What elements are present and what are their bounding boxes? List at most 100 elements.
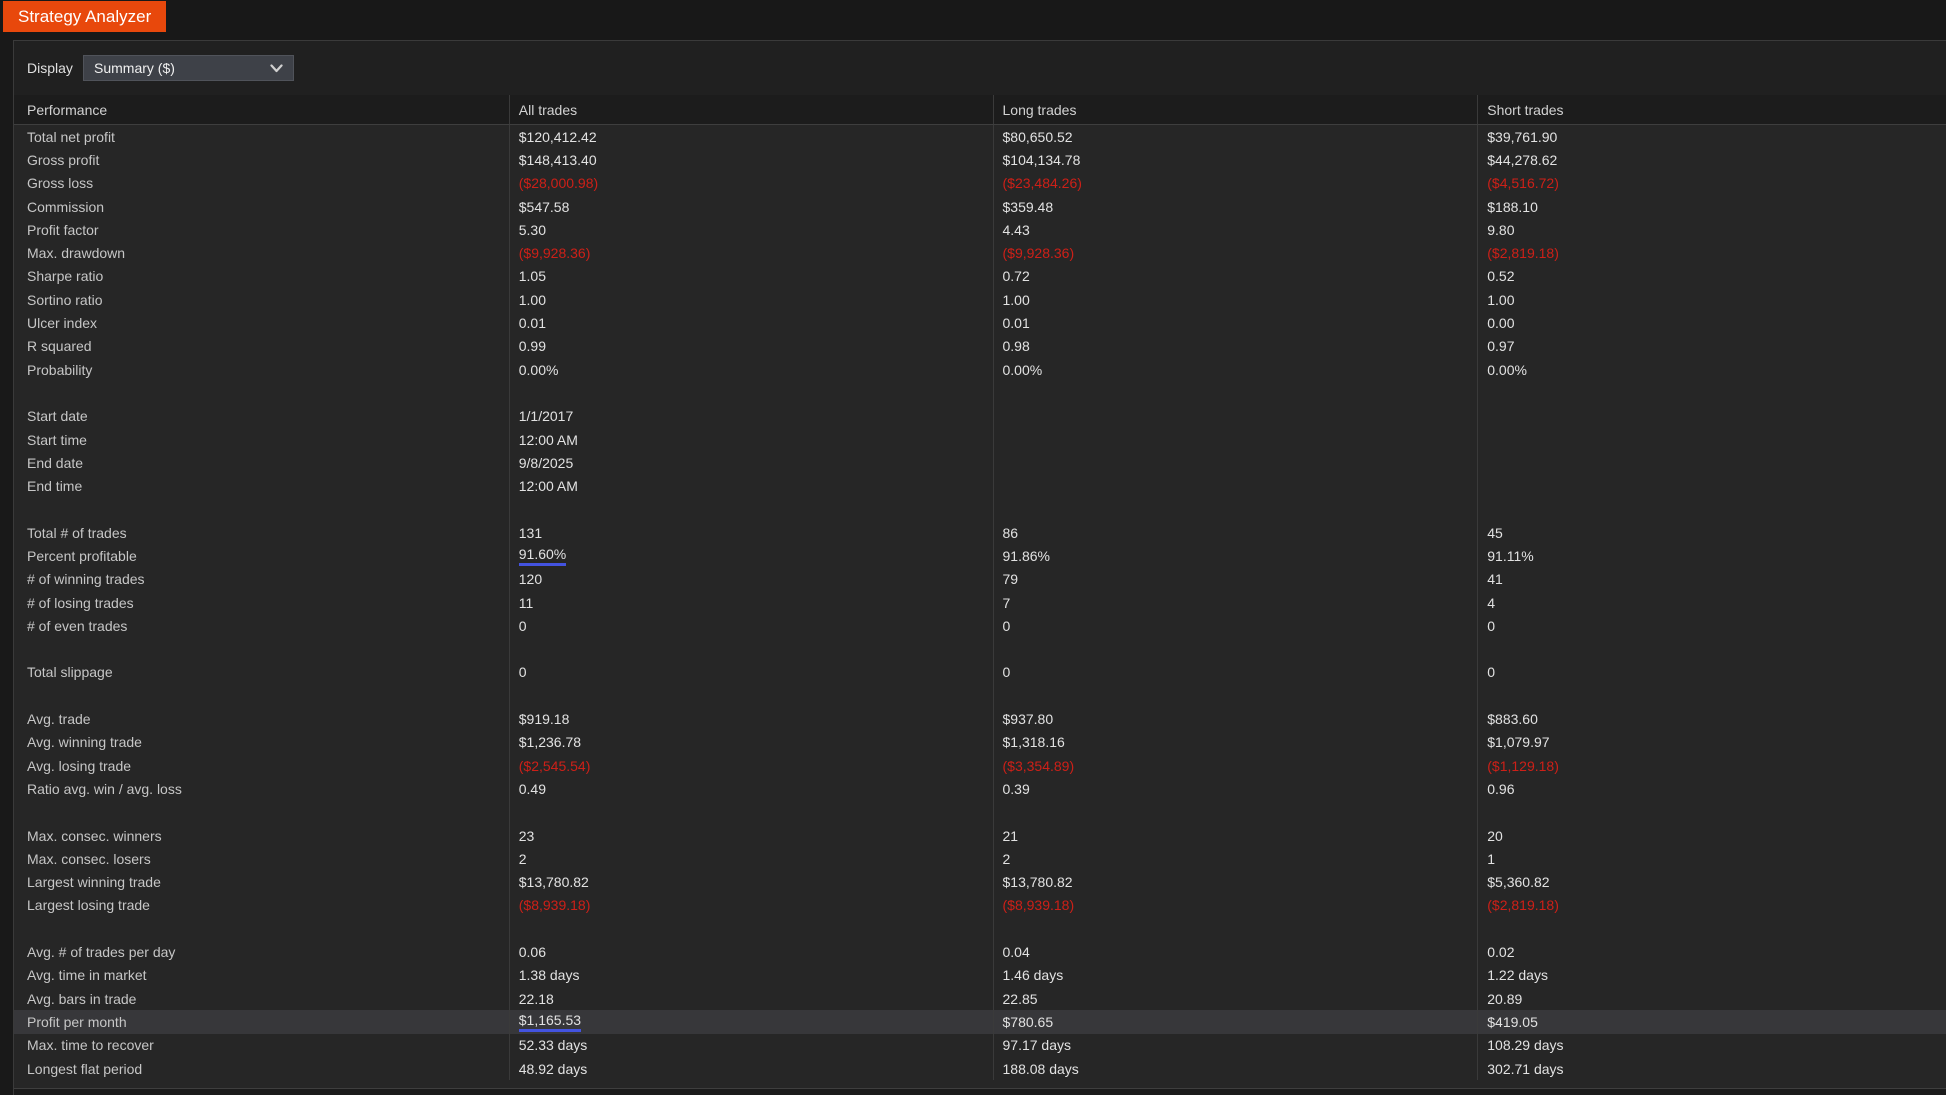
short-trades-value: 91.11% <box>1477 544 1946 568</box>
column-header-long-trades[interactable]: Long trades <box>992 95 1478 124</box>
table-row[interactable]: R squared 0.99 0.98 0.97 <box>14 334 1946 358</box>
table-row[interactable]: # of winning trades 120 79 41 <box>14 567 1946 591</box>
table-row[interactable]: Profit factor 5.30 4.43 9.80 <box>14 218 1946 242</box>
table-row[interactable]: Longest flat period 48.92 days 188.08 da… <box>14 1056 1946 1081</box>
table-row[interactable]: Ratio avg. win / avg. loss 0.49 0.39 0.9… <box>14 777 1946 801</box>
table-spacer-row <box>14 800 1946 824</box>
short-trades-value <box>1477 800 1946 824</box>
table-body: Total net profit $120,412.42 $80,650.52 … <box>14 125 1946 1081</box>
all-trades-value: 120 <box>508 567 993 591</box>
metric-label <box>14 801 509 824</box>
all-trades-value: 0 <box>508 614 993 638</box>
long-trades-value: 0.01 <box>992 311 1478 335</box>
long-trades-value <box>992 451 1478 475</box>
metric-label: Total slippage <box>27 664 113 681</box>
all-trades-value: $120,412.42 <box>508 125 993 149</box>
metric-label <box>14 638 509 661</box>
metric-label: Gross loss <box>27 175 94 192</box>
long-trades-value: ($23,484.26) <box>992 171 1478 195</box>
long-trades-value <box>992 404 1478 428</box>
table-row[interactable]: Avg. winning trade $1,236.78 $1,318.16 $… <box>14 730 1946 755</box>
table-bottom-edge <box>14 1088 1946 1095</box>
table-row[interactable]: Avg. losing trade ($2,545.54) ($3,354.89… <box>14 754 1946 778</box>
metric-label: Longest flat period <box>27 1060 143 1077</box>
table-row[interactable]: End date 9/8/2025 <box>14 451 1946 475</box>
table-row[interactable]: Total # of trades 131 86 45 <box>14 521 1946 545</box>
long-trades-value: 0.00% <box>992 357 1478 382</box>
metric-label: Profit factor <box>27 221 99 238</box>
all-trades-value: $1,165.53 <box>508 1010 993 1034</box>
metric-label: # of winning trades <box>27 571 145 588</box>
all-trades-value: 0.99 <box>508 334 993 358</box>
table-row[interactable]: Sortino ratio 1.00 1.00 1.00 <box>14 288 1946 312</box>
table-row[interactable]: Max. consec. winners 23 21 20 <box>14 823 1946 848</box>
long-trades-value: 0.39 <box>992 777 1478 801</box>
table-row[interactable]: Avg. bars in trade 22.18 22.85 20.89 <box>14 986 1946 1011</box>
table-spacer-row <box>14 381 1946 405</box>
short-trades-value <box>1477 917 1946 941</box>
metric-label: Avg. bars in trade <box>27 990 137 1007</box>
long-trades-value: 1.46 days <box>992 963 1478 987</box>
table-row[interactable]: End time 12:00 AM <box>14 474 1946 498</box>
tab-strategy-analyzer[interactable]: Strategy Analyzer <box>3 1 167 32</box>
long-trades-value: $80,650.52 <box>992 125 1478 149</box>
table-row[interactable]: Start time 12:00 AM <box>14 427 1946 452</box>
long-trades-value: 4.43 <box>992 218 1478 242</box>
table-row[interactable]: Total net profit $120,412.42 $80,650.52 … <box>14 125 1946 149</box>
metric-label: Sortino ratio <box>27 291 103 308</box>
table-row[interactable]: Max. time to recover 52.33 days 97.17 da… <box>14 1033 1946 1057</box>
long-trades-value <box>992 497 1478 522</box>
long-trades-value: 79 <box>992 567 1478 591</box>
table-row[interactable]: Largest winning trade $13,780.82 $13,780… <box>14 870 1946 894</box>
table-row[interactable]: Start date 1/1/2017 <box>14 404 1946 428</box>
table-row[interactable]: # of losing trades 11 7 4 <box>14 590 1946 615</box>
short-trades-value <box>1477 451 1946 475</box>
all-trades-value: 131 <box>508 521 993 545</box>
short-trades-value: $44,278.62 <box>1477 148 1946 172</box>
table-row[interactable]: Max. consec. losers 2 2 1 <box>14 847 1946 871</box>
table-row[interactable]: Avg. # of trades per day 0.06 0.04 0.02 <box>14 940 1946 964</box>
strategy-analyzer-window: Strategy Analyzer Display Summary ($) Pe… <box>0 0 1946 1095</box>
table-row[interactable]: Gross profit $148,413.40 $104,134.78 $44… <box>14 148 1946 172</box>
table-row[interactable]: Sharpe ratio 1.05 0.72 0.52 <box>14 264 1946 289</box>
long-trades-value: $1,318.16 <box>992 730 1478 755</box>
table-row[interactable]: # of even trades 0 0 0 <box>14 614 1946 638</box>
table-row[interactable]: Probability 0.00% 0.00% 0.00% <box>14 357 1946 382</box>
metric-label: # of losing trades <box>27 594 134 611</box>
display-dropdown[interactable]: Summary ($) <box>83 55 294 81</box>
table-row[interactable]: Profit per month $1,165.53 $780.65 $419.… <box>14 1010 1946 1034</box>
short-trades-value <box>1477 427 1946 452</box>
long-trades-value: 1.00 <box>992 288 1478 312</box>
short-trades-value: ($2,819.18) <box>1477 893 1946 918</box>
table-row[interactable]: Avg. trade $919.18 $937.80 $883.60 <box>14 707 1946 731</box>
all-trades-value: $148,413.40 <box>508 148 993 172</box>
metric-label: Profit per month <box>27 1013 127 1030</box>
short-trades-value: $188.10 <box>1477 194 1946 219</box>
table-row[interactable]: Gross loss ($28,000.98) ($23,484.26) ($4… <box>14 171 1946 195</box>
short-trades-value: 9.80 <box>1477 218 1946 242</box>
long-trades-value: 97.17 days <box>992 1033 1478 1057</box>
all-trades-value: $13,780.82 <box>508 870 993 894</box>
short-trades-value <box>1477 637 1946 661</box>
column-header-short-trades[interactable]: Short trades <box>1477 95 1946 124</box>
all-trades-value: 0.49 <box>508 777 993 801</box>
all-trades-value: ($28,000.98) <box>508 171 993 195</box>
table-row[interactable]: Commission $547.58 $359.48 $188.10 <box>14 194 1946 219</box>
analyzer-panel: Display Summary ($) Performance All trad… <box>13 40 1946 1095</box>
short-trades-value: ($2,819.18) <box>1477 241 1946 265</box>
long-trades-value <box>992 917 1478 941</box>
table-row[interactable]: Ulcer index 0.01 0.01 0.00 <box>14 311 1946 335</box>
all-trades-value: 52.33 days <box>508 1033 993 1057</box>
short-trades-value: 20 <box>1477 823 1946 848</box>
column-header-performance[interactable]: Performance <box>14 95 509 124</box>
table-row[interactable]: Largest losing trade ($8,939.18) ($8,939… <box>14 893 1946 918</box>
column-header-all-trades[interactable]: All trades <box>508 95 993 124</box>
table-row[interactable]: Max. drawdown ($9,928.36) ($9,928.36) ($… <box>14 241 1946 265</box>
table-row[interactable]: Avg. time in market 1.38 days 1.46 days … <box>14 963 1946 987</box>
short-trades-value: 1 <box>1477 847 1946 871</box>
table-row[interactable]: Total slippage 0 0 0 <box>14 660 1946 685</box>
all-trades-value: 0.06 <box>508 940 993 964</box>
table-row[interactable]: Percent profitable 91.60% 91.86% 91.11% <box>14 544 1946 568</box>
table-header-row: Performance All trades Long trades Short… <box>14 95 1946 125</box>
short-trades-value <box>1477 474 1946 498</box>
